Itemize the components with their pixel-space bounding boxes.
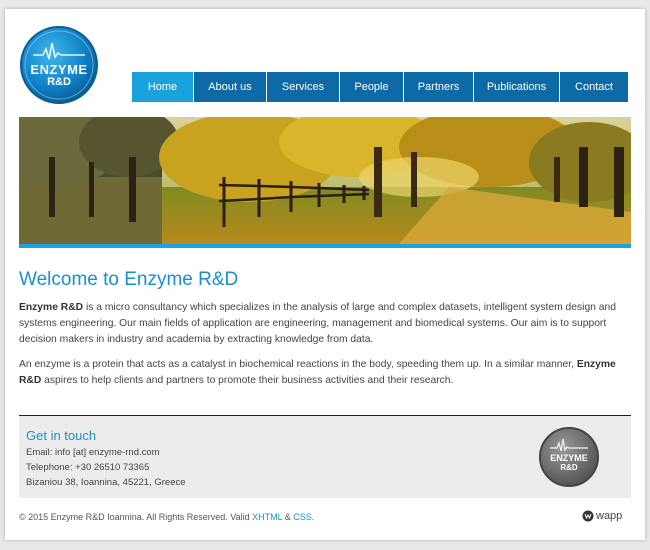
enzyme-tail: aspires to help clients and partners to …	[41, 375, 454, 386]
intro-brand-name: Enzyme R&D	[19, 302, 84, 313]
contact-address: Bizaniou 38, Ioannina, 45221, Greece	[26, 477, 186, 488]
badge-line1: Enzyme	[550, 453, 588, 463]
contact-box: Get in touch Email: info [at] enzyme-rnd…	[19, 416, 631, 498]
nav-people[interactable]: People	[340, 72, 403, 102]
nav-services[interactable]: Services	[267, 72, 339, 102]
contact-heading: Get in touch	[26, 428, 97, 443]
nav-home[interactable]: Home	[132, 72, 193, 102]
footer-period: .	[311, 512, 315, 522]
wapp-credit-link[interactable]: wapp	[582, 508, 622, 524]
wapp-credit-text: wapp	[596, 510, 623, 522]
enzyme-paragraph: An enzyme is a protein that acts as a ca…	[19, 357, 619, 389]
wapp-logo-icon	[582, 510, 594, 522]
intro-text: is a micro consultancy which specializes…	[19, 302, 616, 345]
page: Enzyme R&D Home About us Services People…	[5, 9, 645, 540]
logo-text: Enzyme R&D	[19, 63, 99, 89]
banner-accent-stripe	[19, 244, 631, 248]
footer-amp: &	[282, 512, 294, 522]
nav-publications[interactable]: Publications	[474, 72, 559, 102]
logo-line1: Enzyme	[30, 62, 88, 77]
logo-line2: R&D	[47, 76, 71, 88]
badge-line2: R&D	[560, 463, 578, 472]
xhtml-link[interactable]: XHTML	[252, 512, 282, 522]
css-link[interactable]: CSS	[293, 512, 312, 522]
main-navigation: Home About us Services People Partners P…	[132, 72, 628, 102]
contact-logo-badge: Enzyme R&D	[538, 426, 600, 488]
contact-email: Email: info [at] enzyme-rnd.com	[26, 447, 160, 458]
intro-paragraph: Enzyme R&D is a micro consultancy which …	[19, 300, 619, 348]
contact-phone: Telephone: +30 26510 73365	[26, 462, 150, 473]
footer-copyright: © 2015 Enzyme R&D Ioannina. All Rights R…	[19, 512, 314, 522]
site-logo[interactable]: Enzyme R&D	[19, 25, 99, 105]
nav-about-us[interactable]: About us	[194, 72, 266, 102]
nav-contact[interactable]: Contact	[560, 72, 628, 102]
footer-text: © 2015 Enzyme R&D Ioannina. All Rights R…	[19, 512, 253, 522]
page-title: Welcome to Enzyme R&D	[19, 269, 239, 290]
header-banner-image	[19, 117, 631, 244]
enzyme-text: An enzyme is a protein that acts as a ca…	[19, 359, 577, 370]
badge-text: Enzyme R&D	[538, 453, 600, 473]
nav-partners[interactable]: Partners	[404, 72, 473, 102]
